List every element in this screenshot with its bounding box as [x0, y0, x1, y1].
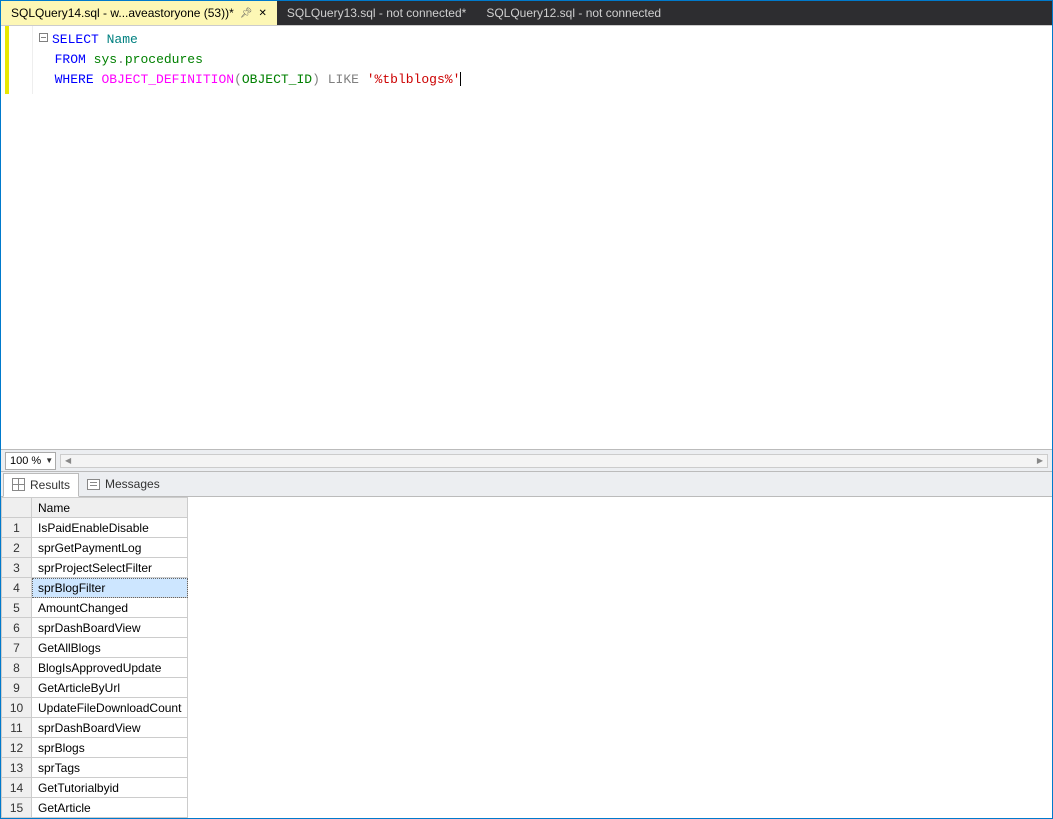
- row-number[interactable]: 4: [2, 578, 32, 598]
- kw-like: LIKE: [328, 72, 359, 87]
- collapse-toggle-icon[interactable]: [39, 33, 48, 42]
- table-row[interactable]: 10UpdateFileDownloadCount: [2, 698, 188, 718]
- cell-name[interactable]: sprDashBoardView: [32, 718, 188, 738]
- kw-where: WHERE: [55, 72, 94, 87]
- row-number[interactable]: 3: [2, 558, 32, 578]
- tab-results-label: Results: [30, 478, 70, 492]
- table-row[interactable]: 5AmountChanged: [2, 598, 188, 618]
- cell-name[interactable]: sprGetPaymentLog: [32, 538, 188, 558]
- horizontal-scrollbar[interactable]: ◀ ▶: [60, 454, 1048, 468]
- tab-sqlquery12[interactable]: SQLQuery12.sql - not connected: [476, 1, 671, 25]
- results-grid-pane: Name 1IsPaidEnableDisable2sprGetPaymentL…: [1, 497, 1052, 818]
- string-literal: '%tblblogs%': [367, 72, 461, 87]
- cell-name[interactable]: GetAllBlogs: [32, 638, 188, 658]
- sys-schema: sys: [94, 52, 117, 67]
- chevron-down-icon: ▼: [45, 456, 53, 465]
- cell-name[interactable]: UpdateFileDownloadCount: [32, 698, 188, 718]
- kw-select: SELECT: [52, 32, 99, 47]
- kw-from: FROM: [55, 52, 86, 67]
- row-number[interactable]: 12: [2, 738, 32, 758]
- cell-name[interactable]: GetTutorialbyid: [32, 778, 188, 798]
- document-tabs: SQLQuery14.sql - w...aveastoryone (53))*…: [1, 1, 1052, 25]
- cell-name[interactable]: sprBlogFilter: [32, 578, 188, 598]
- row-number[interactable]: 2: [2, 538, 32, 558]
- tab-label: SQLQuery13.sql - not connected*: [287, 6, 466, 20]
- code-area[interactable]: SELECT Name FROM sys.procedures WHERE OB…: [33, 26, 1052, 94]
- table-row[interactable]: 14GetTutorialbyid: [2, 778, 188, 798]
- row-number[interactable]: 14: [2, 778, 32, 798]
- results-tabstrip: Results Messages: [1, 471, 1052, 497]
- column-header-name[interactable]: Name: [32, 498, 188, 518]
- table-row[interactable]: 6sprDashBoardView: [2, 618, 188, 638]
- sql-editor[interactable]: SELECT Name FROM sys.procedures WHERE OB…: [1, 25, 1052, 449]
- col-name: Name: [107, 32, 138, 47]
- table-row[interactable]: 1IsPaidEnableDisable: [2, 518, 188, 538]
- table-row[interactable]: 8BlogIsApprovedUpdate: [2, 658, 188, 678]
- grid-icon: [12, 478, 25, 491]
- cell-name[interactable]: AmountChanged: [32, 598, 188, 618]
- tab-results[interactable]: Results: [3, 473, 79, 497]
- table-row[interactable]: 12sprBlogs: [2, 738, 188, 758]
- zoom-level-select[interactable]: 100 % ▼: [5, 452, 56, 470]
- row-number[interactable]: 7: [2, 638, 32, 658]
- tab-label: SQLQuery12.sql - not connected: [486, 6, 661, 20]
- editor-pane: SELECT Name FROM sys.procedures WHERE OB…: [1, 25, 1052, 471]
- results-grid[interactable]: Name 1IsPaidEnableDisable2sprGetPaymentL…: [1, 497, 188, 818]
- table-row[interactable]: 9GetArticleByUrl: [2, 678, 188, 698]
- grid-corner[interactable]: [2, 498, 32, 518]
- cell-name[interactable]: IsPaidEnableDisable: [32, 518, 188, 538]
- row-number[interactable]: 1: [2, 518, 32, 538]
- messages-icon: [87, 479, 100, 490]
- row-number[interactable]: 9: [2, 678, 32, 698]
- table-row[interactable]: 7GetAllBlogs: [2, 638, 188, 658]
- row-number[interactable]: 11: [2, 718, 32, 738]
- close-icon[interactable]: ✕: [258, 8, 266, 19]
- scroll-left-icon[interactable]: ◀: [61, 455, 75, 467]
- row-number[interactable]: 8: [2, 658, 32, 678]
- cell-name[interactable]: BlogIsApprovedUpdate: [32, 658, 188, 678]
- cell-name[interactable]: sprBlogs: [32, 738, 188, 758]
- arg-object-id: OBJECT_ID: [242, 72, 312, 87]
- tab-label: SQLQuery14.sql - w...aveastoryone (53))*: [11, 6, 234, 20]
- cell-name[interactable]: sprProjectSelectFilter: [32, 558, 188, 578]
- fn-object-definition: OBJECT_DEFINITION: [101, 72, 234, 87]
- table-row[interactable]: 3sprProjectSelectFilter: [2, 558, 188, 578]
- table-row[interactable]: 11sprDashBoardView: [2, 718, 188, 738]
- row-number[interactable]: 6: [2, 618, 32, 638]
- table-row[interactable]: 13sprTags: [2, 758, 188, 778]
- row-number[interactable]: 15: [2, 798, 32, 818]
- table-row[interactable]: 2sprGetPaymentLog: [2, 538, 188, 558]
- cell-name[interactable]: GetArticle: [32, 798, 188, 818]
- tab-sqlquery14[interactable]: SQLQuery14.sql - w...aveastoryone (53))*…: [1, 1, 277, 25]
- cell-name[interactable]: GetArticleByUrl: [32, 678, 188, 698]
- tab-messages[interactable]: Messages: [79, 472, 168, 496]
- tab-messages-label: Messages: [105, 477, 160, 491]
- row-number[interactable]: 13: [2, 758, 32, 778]
- cell-name[interactable]: sprTags: [32, 758, 188, 778]
- sys-object: procedures: [125, 52, 203, 67]
- dot: .: [117, 52, 125, 67]
- cell-name[interactable]: sprDashBoardView: [32, 618, 188, 638]
- pin-icon[interactable]: 📌︎: [240, 8, 253, 19]
- scroll-right-icon[interactable]: ▶: [1033, 455, 1047, 467]
- text-cursor: [460, 72, 461, 86]
- lparen: (: [234, 72, 242, 87]
- tab-sqlquery13[interactable]: SQLQuery13.sql - not connected*: [277, 1, 476, 25]
- editor-gutter: [5, 26, 33, 94]
- zoom-value: 100 %: [10, 455, 41, 467]
- table-row[interactable]: 4sprBlogFilter: [2, 578, 188, 598]
- row-number[interactable]: 5: [2, 598, 32, 618]
- rparen: ): [312, 72, 320, 87]
- editor-status-strip: 100 % ▼ ◀ ▶: [1, 449, 1052, 471]
- table-row[interactable]: 15GetArticle: [2, 798, 188, 818]
- row-number[interactable]: 10: [2, 698, 32, 718]
